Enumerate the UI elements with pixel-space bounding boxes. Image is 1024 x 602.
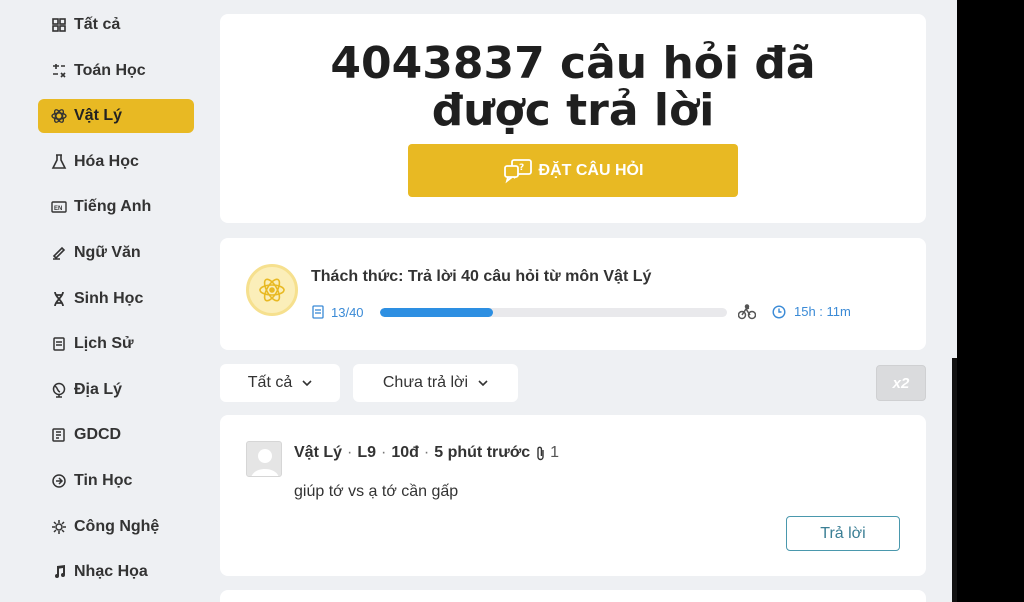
sidebar-item-5[interactable]: Ngữ Văn xyxy=(38,236,194,270)
sidebar-item-12[interactable]: Nhạc Họa xyxy=(38,555,194,589)
clock-icon xyxy=(772,304,786,319)
sidebar-item-label: Vật Lý xyxy=(74,107,123,125)
svg-text:EN: EN xyxy=(54,206,62,212)
music-icon xyxy=(50,563,68,581)
sidebar-item-1[interactable]: Toán Học xyxy=(38,54,194,88)
ask-question-label: ĐẶT CÂU HỎI xyxy=(538,161,644,179)
writing-icon xyxy=(50,244,68,262)
filter-all-label: Tất cả xyxy=(247,374,293,391)
separator-dot: · xyxy=(381,444,387,461)
sidebar-item-label: Tin Học xyxy=(74,471,133,489)
filter-unanswered-label: Chưa trả lời xyxy=(382,374,469,391)
timer-text: 15h : 11m xyxy=(794,304,851,319)
bicycle-icon xyxy=(738,304,756,320)
sidebar-item-0[interactable]: Tất cả xyxy=(38,8,194,42)
chevron-down-icon xyxy=(302,380,312,386)
user-placeholder-icon xyxy=(251,449,279,476)
dna-icon xyxy=(50,290,68,308)
sidebar-item-label: Hóa Học xyxy=(74,152,139,170)
x2-bonus-button[interactable]: x2 xyxy=(876,365,926,401)
flask-icon xyxy=(50,153,68,171)
sidebar-item-11[interactable]: Công Nghệ xyxy=(38,510,194,544)
challenge-card: Thách thức: Trả lời 40 câu hỏi từ môn Vậ… xyxy=(220,238,926,350)
sidebar-item-2[interactable]: Vật Lý xyxy=(38,99,194,134)
subject-sidebar: Tất cả Toán Học Vật Lý Hóa Học EN Tiếng Anh Ng… xyxy=(38,8,194,601)
chevron-down-icon xyxy=(478,380,488,386)
cpu-icon xyxy=(50,472,68,490)
progress-fill xyxy=(380,308,493,317)
sidebar-item-label: Địa Lý xyxy=(74,380,123,398)
avatar[interactable] xyxy=(246,441,282,477)
sidebar-item-label: Sinh Học xyxy=(74,289,144,307)
attachment-count: 1 xyxy=(550,444,560,461)
book-icon xyxy=(50,426,68,444)
sidebar-item-7[interactable]: Lịch Sử xyxy=(38,327,194,361)
progress-counter: 13/40 xyxy=(311,304,364,320)
sidebar-item-label: GDCD xyxy=(74,426,122,444)
question-meta: Vật Lý · L9 · 10đ · 5 phút trước 1 xyxy=(294,444,559,462)
atom-icon xyxy=(50,107,68,125)
hero-card: 4043837 câu hỏi đã được trả lời ? ĐẶT CÂ… xyxy=(220,14,926,223)
separator-dot: · xyxy=(347,444,353,461)
question-card[interactable]: Vật Lý · L9 · 10đ · 5 phút trước 1 giúp … xyxy=(220,415,926,576)
sidebar-item-8[interactable]: Địa Lý xyxy=(38,373,194,407)
svg-text:?: ? xyxy=(519,163,524,173)
question-grade: L9 xyxy=(357,444,377,461)
answer-button[interactable]: Trả lời xyxy=(786,516,900,551)
black-margin xyxy=(957,0,1024,602)
question-subject[interactable]: Vật Lý xyxy=(294,444,342,462)
question-points: 10đ xyxy=(391,444,419,461)
scroll-icon xyxy=(50,335,68,353)
sidebar-item-label: Công Nghệ xyxy=(74,517,160,535)
progress-text: 13/40 xyxy=(331,304,364,320)
question-time: 5 phút trước xyxy=(434,444,531,461)
sidebar-item-label: Ngữ Văn xyxy=(74,243,141,261)
sidebar-item-6[interactable]: Sinh Học xyxy=(38,282,194,316)
challenge-timer: 15h : 11m xyxy=(772,304,851,319)
grid-icon xyxy=(50,16,68,34)
gear-icon xyxy=(50,518,68,536)
document-icon xyxy=(312,305,324,319)
ask-question-button[interactable]: ? ĐẶT CÂU HỎI xyxy=(408,144,738,197)
sidebar-item-label: Toán Học xyxy=(74,61,146,79)
sidebar-item-label: Nhạc Họa xyxy=(74,563,148,581)
filter-all-dropdown[interactable]: Tất cả xyxy=(220,364,340,402)
challenge-title: Thách thức: Trả lời 40 câu hỏi từ môn Vậ… xyxy=(311,268,652,285)
english-icon: EN xyxy=(50,198,68,216)
next-question-card[interactable] xyxy=(220,590,926,602)
sidebar-item-3[interactable]: Hóa Học xyxy=(38,145,194,179)
separator-dot: · xyxy=(423,444,430,461)
sidebar-item-label: Tất cả xyxy=(74,16,121,33)
progress-bar xyxy=(380,308,727,317)
question-text[interactable]: giúp tớ vs ạ tớ cần gấp xyxy=(294,483,458,501)
paperclip-icon xyxy=(537,446,544,460)
physics-badge xyxy=(246,264,298,316)
chat-question-icon: ? xyxy=(503,158,532,183)
globe-icon xyxy=(50,381,68,399)
sidebar-item-label: Tiếng Anh xyxy=(74,198,152,216)
filter-unanswered-dropdown[interactable]: Chưa trả lời xyxy=(353,364,518,402)
sidebar-item-9[interactable]: GDCD xyxy=(38,418,194,452)
atom-icon xyxy=(259,278,285,302)
sidebar-item-4[interactable]: EN Tiếng Anh xyxy=(38,190,194,224)
answered-count-title: 4043837 câu hỏi đã được trả lời xyxy=(330,38,816,136)
math-icon xyxy=(50,62,68,80)
sidebar-item-label: Lịch Sử xyxy=(74,335,134,353)
sidebar-item-10[interactable]: Tin Học xyxy=(38,464,194,498)
